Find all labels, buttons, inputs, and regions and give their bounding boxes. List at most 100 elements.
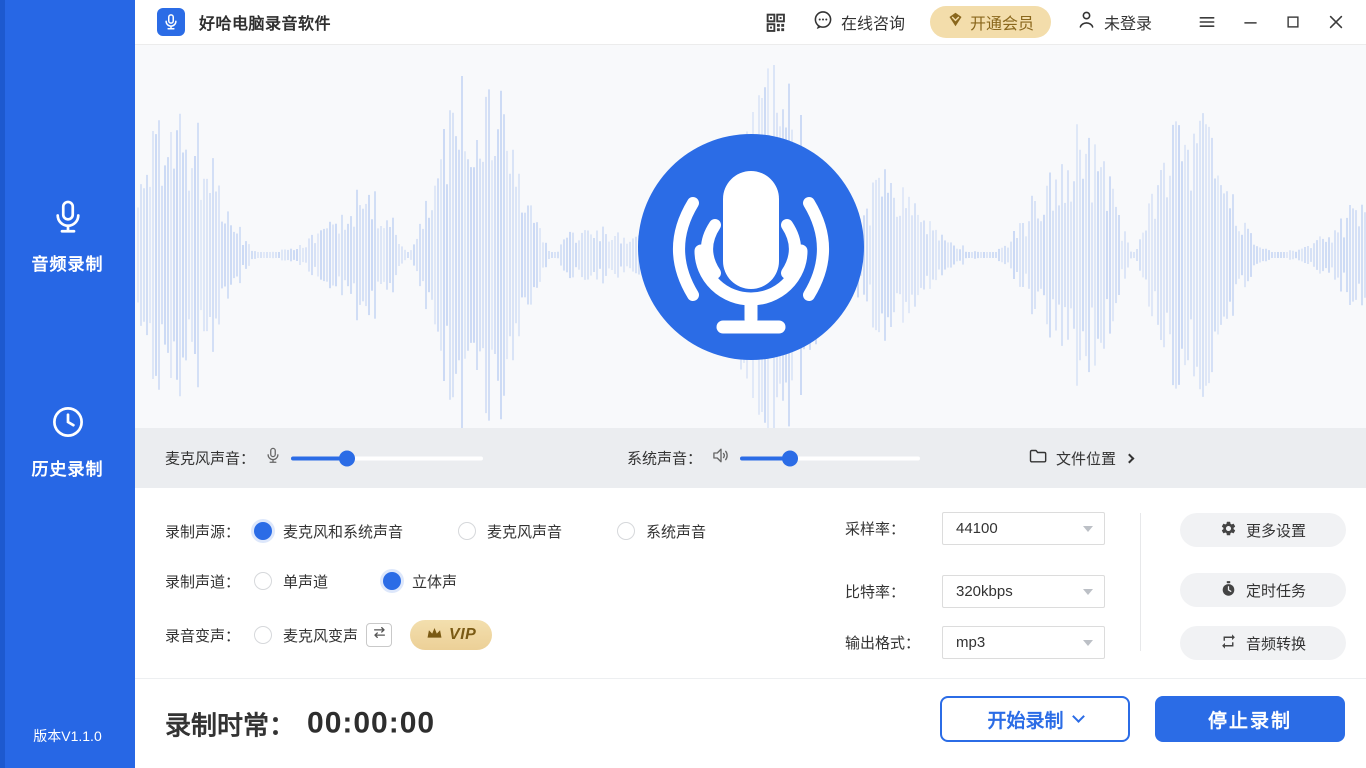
audio-convert-button[interactable]: 音频转换 <box>1180 626 1346 660</box>
vertical-divider <box>1140 513 1141 651</box>
waveform-panel <box>135 45 1366 428</box>
membership-button[interactable]: 开通会员 <box>930 6 1051 38</box>
caret-down-icon <box>1083 589 1093 595</box>
online-service-label: 在线咨询 <box>841 10 905 34</box>
system-volume-slider[interactable] <box>740 456 920 460</box>
membership-label: 开通会员 <box>970 10 1034 34</box>
system-volume-group: 系统声音： <box>627 446 920 471</box>
main-content: 好哈电脑录音软件 <box>135 0 1366 768</box>
file-location-button[interactable]: 文件位置 <box>1028 446 1133 470</box>
duration-group: 录制时常： 00:00:00 <box>165 705 435 742</box>
vip-badge[interactable]: VIP <box>410 620 492 650</box>
gear-icon <box>1220 520 1237 541</box>
system-volume-label: 系统声音： <box>627 448 702 469</box>
record-channel-row: 录制声道： 单声道 立体声 <box>165 564 512 598</box>
option-mono[interactable]: 单声道 <box>254 571 328 592</box>
qr-code-icon[interactable] <box>764 11 787 34</box>
sample-rate-select[interactable]: 44100 <box>942 512 1105 545</box>
user-icon <box>1076 9 1097 35</box>
timer-task-button[interactable]: 定时任务 <box>1180 573 1346 607</box>
sample-rate-label: 采样率： <box>845 518 942 539</box>
more-settings-button[interactable]: 更多设置 <box>1180 513 1346 547</box>
close-button[interactable] <box>1326 12 1346 32</box>
gem-icon <box>947 11 964 33</box>
chevron-down-icon <box>1072 710 1085 723</box>
voice-change-label: 录音变声： <box>165 625 240 646</box>
app-window: 音频录制 历史录制 版本V1.1.0 <box>0 0 1366 768</box>
timer-task-label: 定时任务 <box>1246 580 1306 601</box>
version-label: 版本V1.1.0 <box>0 726 135 746</box>
online-service-button[interactable]: 在线咨询 <box>812 9 905 36</box>
sidebar-item-audio-record[interactable]: 音频录制 <box>0 198 135 275</box>
radio-icon <box>254 572 272 590</box>
titlebar-right: 在线咨询 开通会员 <box>764 6 1346 38</box>
login-label: 未登录 <box>1104 10 1152 34</box>
mic-volume-label: 麦克风声音： <box>165 448 255 469</box>
sidebar-item-label: 音频录制 <box>0 250 135 275</box>
sidebar-item-label: 历史录制 <box>0 455 135 480</box>
record-channel-label: 录制声道： <box>165 571 240 592</box>
audio-convert-label: 音频转换 <box>1246 633 1306 654</box>
more-settings-label: 更多设置 <box>1246 520 1306 541</box>
menu-button[interactable] <box>1197 12 1217 32</box>
repeat-icon <box>1220 633 1237 654</box>
output-format-label: 输出格式： <box>845 632 942 653</box>
bit-rate-row: 比特率： 320kbps <box>845 575 1105 608</box>
settings-panel: 录制声源： 麦克风和系统声音 麦克风声音 系统声音 录制声道： <box>135 488 1366 678</box>
radio-selected-icon <box>383 572 401 590</box>
sidebar-item-history-record[interactable]: 历史录制 <box>0 403 135 480</box>
app-identity: 好哈电脑录音软件 <box>157 8 331 36</box>
stop-recording-label: 停止录制 <box>1208 706 1292 733</box>
folder-icon <box>1028 446 1048 470</box>
bit-rate-select[interactable]: 320kbps <box>942 575 1105 608</box>
microphone-icon <box>49 223 87 240</box>
window-controls <box>1197 12 1346 32</box>
microphone-waves-icon <box>635 131 867 363</box>
crown-icon <box>426 626 443 645</box>
clock-icon <box>49 428 87 445</box>
duration-label: 录制时常： <box>165 705 295 742</box>
option-system-only[interactable]: 系统声音 <box>617 521 706 542</box>
minimize-button[interactable] <box>1241 13 1260 32</box>
chat-bubble-icon <box>812 9 834 36</box>
bit-rate-label: 比特率： <box>845 581 942 602</box>
system-slider-handle[interactable] <box>782 450 798 466</box>
mic-slider-handle[interactable] <box>339 450 355 466</box>
swap-arrows-icon <box>372 625 387 645</box>
start-recording-button[interactable]: 开始录制 <box>940 696 1130 742</box>
stopwatch-icon <box>1220 580 1237 601</box>
radio-icon <box>617 522 635 540</box>
radio-icon <box>458 522 476 540</box>
option-mic-only[interactable]: 麦克风声音 <box>458 521 562 542</box>
app-title: 好哈电脑录音软件 <box>199 10 331 34</box>
maximize-button[interactable] <box>1284 13 1302 31</box>
login-button[interactable]: 未登录 <box>1076 9 1152 35</box>
vip-label: VIP <box>449 626 476 644</box>
record-mic-button[interactable] <box>635 131 867 363</box>
volume-bar: 麦克风声音： 系统声音： <box>135 428 1366 488</box>
option-stereo[interactable]: 立体声 <box>383 571 457 592</box>
voice-change-row: 录音变声： 麦克风变声 <box>165 618 492 652</box>
stop-recording-button[interactable]: 停止录制 <box>1155 696 1345 742</box>
radio-selected-icon <box>254 522 272 540</box>
footer-bar: 录制时常： 00:00:00 开始录制 停止录制 <box>135 678 1366 768</box>
output-format-select[interactable]: mp3 <box>942 626 1105 659</box>
app-logo-icon <box>157 8 185 36</box>
mic-volume-group: 麦克风声音： <box>165 447 483 470</box>
output-format-row: 输出格式： mp3 <box>845 626 1105 659</box>
start-recording-label: 开始录制 <box>987 706 1063 733</box>
option-mic-voice-change[interactable]: 麦克风变声 <box>254 625 358 646</box>
record-source-label: 录制声源： <box>165 521 240 542</box>
duration-time: 00:00:00 <box>307 707 435 741</box>
caret-down-icon <box>1083 526 1093 532</box>
file-location-label: 文件位置 <box>1056 448 1116 469</box>
option-mic-and-system[interactable]: 麦克风和系统声音 <box>254 521 403 542</box>
titlebar: 好哈电脑录音软件 <box>135 0 1366 45</box>
mic-volume-slider[interactable] <box>291 456 483 460</box>
sample-rate-row: 采样率： 44100 <box>845 512 1105 545</box>
voice-swap-button[interactable] <box>366 623 392 647</box>
chevron-right-icon <box>1125 453 1135 463</box>
record-source-row: 录制声源： 麦克风和系统声音 麦克风声音 系统声音 <box>165 514 761 548</box>
caret-down-icon <box>1083 640 1093 646</box>
speaker-icon <box>711 446 731 471</box>
